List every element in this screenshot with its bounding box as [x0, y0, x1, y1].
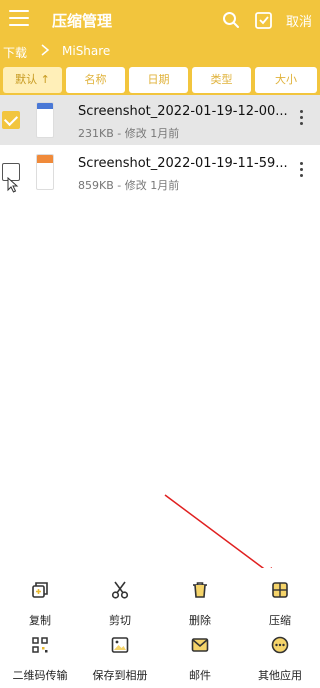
file-meta: 231KB - 修改 1月前	[78, 127, 180, 140]
more-options-icon[interactable]	[298, 110, 304, 130]
menu-icon[interactable]	[9, 10, 29, 28]
compress-button[interactable]: 压缩	[240, 580, 320, 628]
more-apps-icon	[271, 636, 289, 654]
copy-icon	[32, 582, 48, 598]
more-options-icon[interactable]	[298, 162, 304, 182]
image-icon	[111, 637, 129, 653]
file-thumbnail	[36, 102, 54, 138]
copy-label: 复制	[29, 614, 51, 627]
page-title: 压缩管理	[52, 12, 113, 30]
save-to-album-button[interactable]: 保存到相册	[80, 635, 160, 683]
file-name: Screenshot_2022-01-19-12-00...	[78, 104, 288, 119]
compress-label: 压缩	[269, 614, 291, 627]
delete-button[interactable]: 删除	[160, 580, 240, 628]
chevron-right-icon	[41, 44, 50, 56]
delete-label: 删除	[189, 614, 211, 627]
cut-button[interactable]: 剪切	[80, 580, 160, 628]
sort-tab-name[interactable]: 名称	[66, 67, 125, 93]
trash-icon	[193, 582, 207, 598]
top-bar: 压缩管理 取消	[0, 0, 320, 40]
breadcrumb-item-mishare[interactable]: MiShare	[62, 44, 110, 58]
cursor-icon	[7, 177, 19, 193]
qrcode-icon	[32, 637, 48, 653]
sort-tab-default[interactable]: 默认 ↑	[3, 67, 62, 93]
scissors-icon	[111, 581, 129, 599]
mail-icon	[191, 638, 209, 652]
compress-icon	[272, 582, 288, 598]
cut-label: 剪切	[109, 614, 131, 627]
qrcode-transfer-label: 二维码传输	[12, 669, 68, 682]
qrcode-transfer-button[interactable]: 二维码传输	[0, 635, 80, 683]
mail-button[interactable]: 邮件	[160, 635, 240, 683]
search-icon[interactable]	[222, 11, 240, 29]
sort-bar: 默认 ↑ 名称 日期 类型 大小	[0, 64, 320, 95]
sort-tab-type[interactable]: 类型	[192, 67, 251, 93]
cancel-button[interactable]: 取消	[286, 11, 312, 30]
other-apps-button[interactable]: 其他应用	[240, 635, 320, 683]
breadcrumb-item-download[interactable]: 下载	[3, 44, 27, 61]
breadcrumb: 下载 MiShare	[0, 40, 320, 64]
file-meta: 859KB - 修改 1月前	[78, 179, 180, 192]
sort-tab-date[interactable]: 日期	[129, 67, 188, 93]
select-all-icon[interactable]	[254, 10, 274, 30]
file-row[interactable]: Screenshot_2022-01-19-11-59... 859KB - 修…	[0, 147, 320, 197]
save-to-album-label: 保存到相册	[92, 669, 148, 682]
file-thumbnail	[36, 154, 54, 190]
other-apps-label: 其他应用	[258, 669, 302, 682]
row-checkbox[interactable]	[2, 111, 20, 129]
copy-button[interactable]: 复制	[0, 580, 80, 628]
sort-tab-size[interactable]: 大小	[255, 67, 317, 93]
file-name: Screenshot_2022-01-19-11-59...	[78, 156, 288, 171]
bottom-action-bar: 复制 剪切 删除 压缩 二维码传输 保存到相册 邮件 其他应用	[0, 568, 320, 688]
mail-label: 邮件	[189, 669, 211, 682]
file-row[interactable]: Screenshot_2022-01-19-12-00... 231KB - 修…	[0, 95, 320, 145]
